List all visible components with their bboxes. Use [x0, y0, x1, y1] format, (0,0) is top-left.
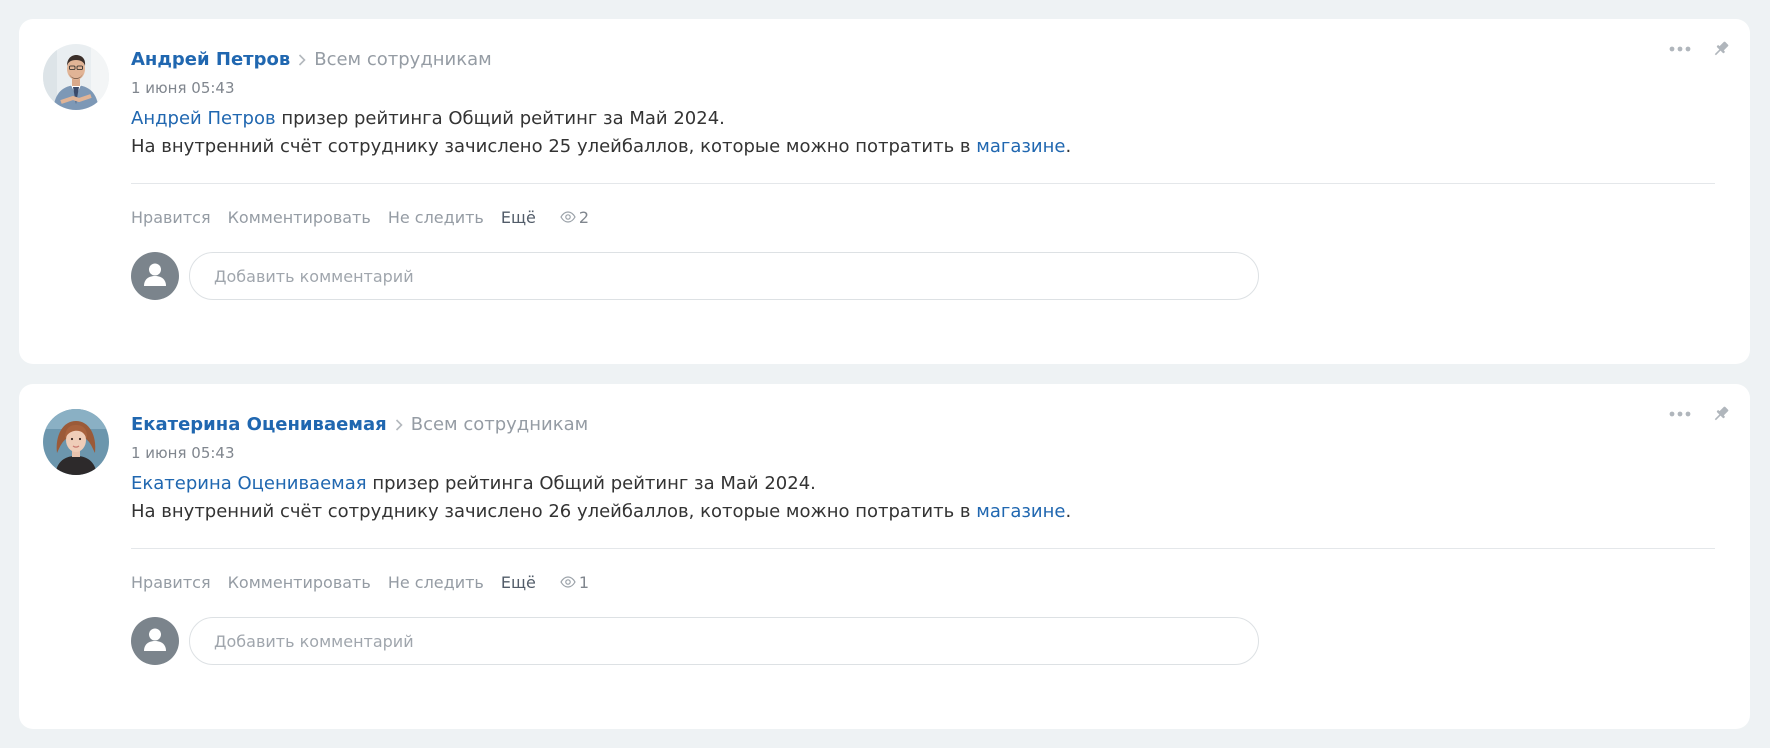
user-silhouette-icon: [142, 626, 168, 656]
post-text-end: .: [1065, 501, 1072, 522]
views-counter[interactable]: 1: [560, 573, 589, 592]
pin-icon[interactable]: [1711, 39, 1731, 59]
like-button[interactable]: Нравится: [131, 573, 211, 592]
author-name-link[interactable]: Андрей Петров: [131, 49, 290, 70]
feed-post: Екатерина Оцениваемая Всем сотрудникам 1…: [19, 384, 1750, 729]
comment-row: [131, 617, 1259, 665]
unfollow-button[interactable]: Не следить: [388, 573, 484, 592]
post-body: Андрей Петров призер рейтинга Общий рейт…: [131, 105, 1071, 161]
views-count: 2: [578, 208, 590, 227]
current-user-avatar: [131, 252, 179, 300]
views-count: 1: [578, 573, 590, 592]
post-tools: [1669, 404, 1731, 424]
user-silhouette-icon: [142, 261, 168, 291]
comment-input[interactable]: [189, 617, 1259, 665]
divider: [131, 183, 1715, 184]
current-user-avatar: [131, 617, 179, 665]
author-name-link[interactable]: Екатерина Оцениваемая: [131, 414, 387, 435]
post-text-end: .: [1065, 136, 1072, 157]
post-body: Екатерина Оцениваемая призер рейтинга Об…: [131, 470, 1071, 526]
more-button[interactable]: Ещё: [501, 573, 536, 592]
chevron-right-icon: [298, 53, 306, 66]
unfollow-button[interactable]: Не следить: [388, 208, 484, 227]
post-date[interactable]: 1 июня 05:43: [131, 444, 235, 462]
comment-input[interactable]: [189, 252, 1259, 300]
post-actions: Нравится Комментировать Не следить Ещё 1: [131, 573, 589, 592]
post-destination[interactable]: Всем сотрудникам: [411, 414, 589, 435]
comment-row: [131, 252, 1259, 300]
shop-link[interactable]: магазине: [976, 501, 1065, 522]
more-button[interactable]: Ещё: [501, 208, 536, 227]
post-text-line-2: На внутренний счёт сотруднику зачислено …: [131, 136, 977, 157]
post-date[interactable]: 1 июня 05:43: [131, 79, 235, 97]
author-avatar[interactable]: [43, 44, 109, 110]
author-avatar[interactable]: [43, 409, 109, 475]
post-text-line-1: призер рейтинга Общий рейтинг за Май 202…: [366, 473, 816, 494]
post-text-line-2: На внутренний счёт сотруднику зачислено …: [131, 501, 977, 522]
post-text-line-1: призер рейтинга Общий рейтинг за Май 202…: [275, 108, 725, 129]
more-dots-icon[interactable]: [1669, 45, 1691, 53]
post-tools: [1669, 39, 1731, 59]
eye-icon: [560, 573, 579, 592]
comment-button[interactable]: Комментировать: [228, 573, 371, 592]
pin-icon[interactable]: [1711, 404, 1731, 424]
more-dots-icon[interactable]: [1669, 410, 1691, 418]
like-button[interactable]: Нравится: [131, 208, 211, 227]
feed-post: Андрей Петров Всем сотрудникам 1 июня 05…: [19, 19, 1750, 364]
shop-link[interactable]: магазине: [976, 136, 1065, 157]
chevron-right-icon: [395, 418, 403, 431]
post-destination[interactable]: Всем сотрудникам: [314, 49, 492, 70]
mentioned-user-link[interactable]: Андрей Петров: [131, 108, 276, 129]
divider: [131, 548, 1715, 549]
mentioned-user-link[interactable]: Екатерина Оцениваемая: [131, 473, 367, 494]
views-counter[interactable]: 2: [560, 208, 589, 227]
post-actions: Нравится Комментировать Не следить Ещё 2: [131, 208, 589, 227]
post-header: Екатерина Оцениваемая Всем сотрудникам: [131, 414, 588, 435]
eye-icon: [560, 208, 579, 227]
post-header: Андрей Петров Всем сотрудникам: [131, 49, 492, 70]
comment-button[interactable]: Комментировать: [228, 208, 371, 227]
